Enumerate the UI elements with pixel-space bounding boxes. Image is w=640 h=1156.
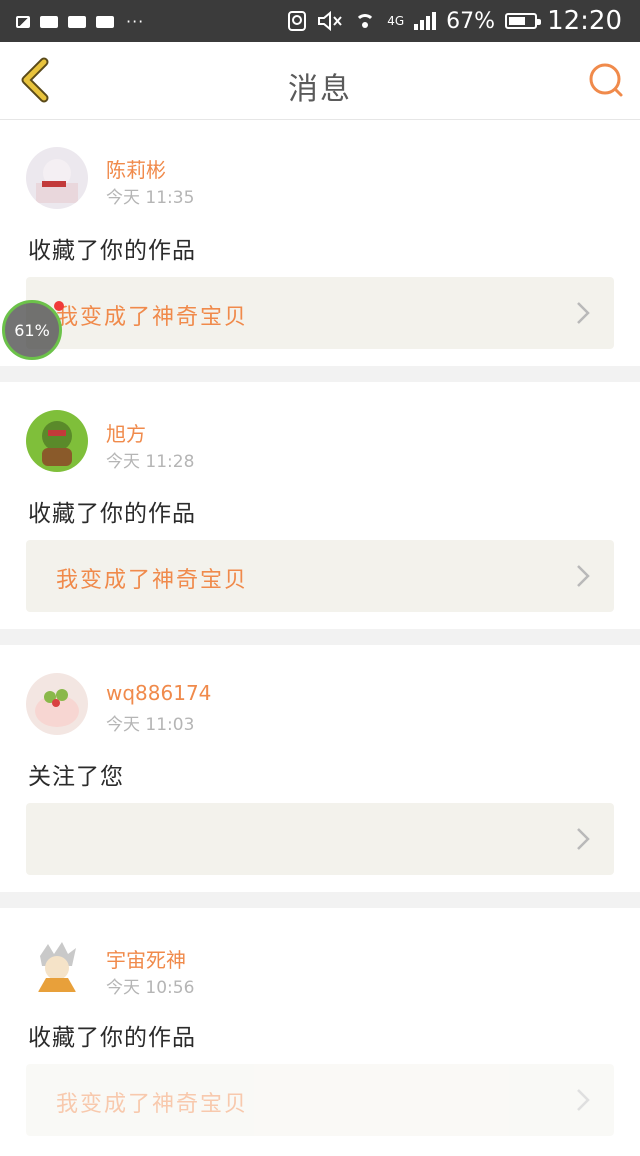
battery-percent: 67% bbox=[446, 8, 496, 34]
separator bbox=[0, 366, 640, 382]
separator bbox=[0, 629, 640, 645]
nav-bar: 消息 bbox=[0, 42, 640, 120]
chevron-right-icon bbox=[577, 565, 590, 587]
notification-text: 收藏了你的作品 bbox=[28, 238, 196, 264]
card-icon bbox=[40, 15, 58, 28]
status-indicators: 4G 67% 12:20 bbox=[287, 0, 622, 42]
username[interactable]: 旭方 bbox=[106, 418, 146, 447]
status-notifications: ··· bbox=[16, 12, 144, 31]
work-title: 我变成了神奇宝贝 bbox=[56, 305, 249, 330]
message-list: 陈莉彬 今天 11:35 收藏了你的作品 我变成了神奇宝贝 旭方 今天 11:2… bbox=[0, 121, 640, 1156]
avatar-image bbox=[26, 410, 88, 472]
chevron-right-icon bbox=[577, 828, 590, 850]
avatar[interactable] bbox=[26, 673, 88, 735]
chevron-right-icon bbox=[577, 302, 590, 324]
work-title: 我变成了神奇宝贝 bbox=[56, 568, 249, 593]
notification-dot bbox=[54, 301, 64, 311]
floating-memory-badge[interactable]: 61% bbox=[2, 300, 62, 360]
search-icon bbox=[589, 63, 623, 97]
mute-icon bbox=[318, 10, 342, 32]
search-button[interactable] bbox=[586, 60, 626, 100]
timestamp: 今天 11:03 bbox=[106, 715, 195, 735]
status-bar: ··· 4G 67% 12:20 bbox=[0, 0, 640, 42]
timestamp: 今天 10:56 bbox=[106, 978, 195, 998]
username[interactable]: 陈莉彬 bbox=[106, 154, 166, 183]
chevron-right-icon bbox=[577, 1089, 590, 1111]
work-title: 我变成了神奇宝贝 bbox=[56, 1092, 249, 1117]
work-card[interactable]: 我变成了神奇宝贝 bbox=[26, 540, 614, 612]
card-icon bbox=[68, 15, 86, 28]
avatar-image bbox=[26, 673, 88, 735]
separator bbox=[0, 892, 640, 908]
more-notifications: ··· bbox=[126, 12, 145, 31]
work-card[interactable]: 我变成了神奇宝贝 bbox=[26, 277, 614, 349]
username[interactable]: wq886174 bbox=[106, 681, 211, 705]
list-item: 旭方 今天 11:28 收藏了你的作品 我变成了神奇宝贝 bbox=[0, 382, 640, 629]
avatar[interactable] bbox=[26, 936, 88, 998]
list-item: 陈莉彬 今天 11:35 收藏了你的作品 我变成了神奇宝贝 bbox=[0, 121, 640, 366]
notification-text: 收藏了你的作品 bbox=[28, 501, 196, 527]
network-type: 4G bbox=[387, 14, 405, 28]
work-card[interactable] bbox=[26, 803, 614, 875]
timestamp: 今天 11:28 bbox=[106, 452, 195, 472]
notification-text: 关注了您 bbox=[28, 764, 124, 790]
work-card[interactable]: 我变成了神奇宝贝 bbox=[26, 1064, 614, 1136]
signal-icon bbox=[414, 12, 437, 30]
avatar-image bbox=[26, 936, 88, 998]
timestamp: 今天 11:35 bbox=[106, 188, 195, 208]
battery-icon bbox=[505, 13, 542, 29]
image-icon bbox=[16, 15, 30, 28]
card-icon bbox=[96, 15, 114, 28]
list-item: 宇宙死神 今天 10:56 收藏了你的作品 我变成了神奇宝贝 bbox=[0, 908, 640, 1156]
location-icon bbox=[288, 11, 307, 31]
page-title: 消息 bbox=[288, 72, 352, 107]
list-item: wq886174 今天 11:03 关注了您 bbox=[0, 645, 640, 892]
username[interactable]: 宇宙死神 bbox=[106, 944, 186, 973]
floating-badge-text: 61% bbox=[14, 320, 50, 340]
avatar[interactable] bbox=[26, 147, 88, 209]
avatar-image bbox=[26, 147, 88, 209]
avatar[interactable] bbox=[26, 410, 88, 472]
notification-text: 收藏了你的作品 bbox=[28, 1025, 196, 1051]
clock: 12:20 bbox=[547, 6, 622, 36]
wifi-icon bbox=[353, 12, 377, 30]
